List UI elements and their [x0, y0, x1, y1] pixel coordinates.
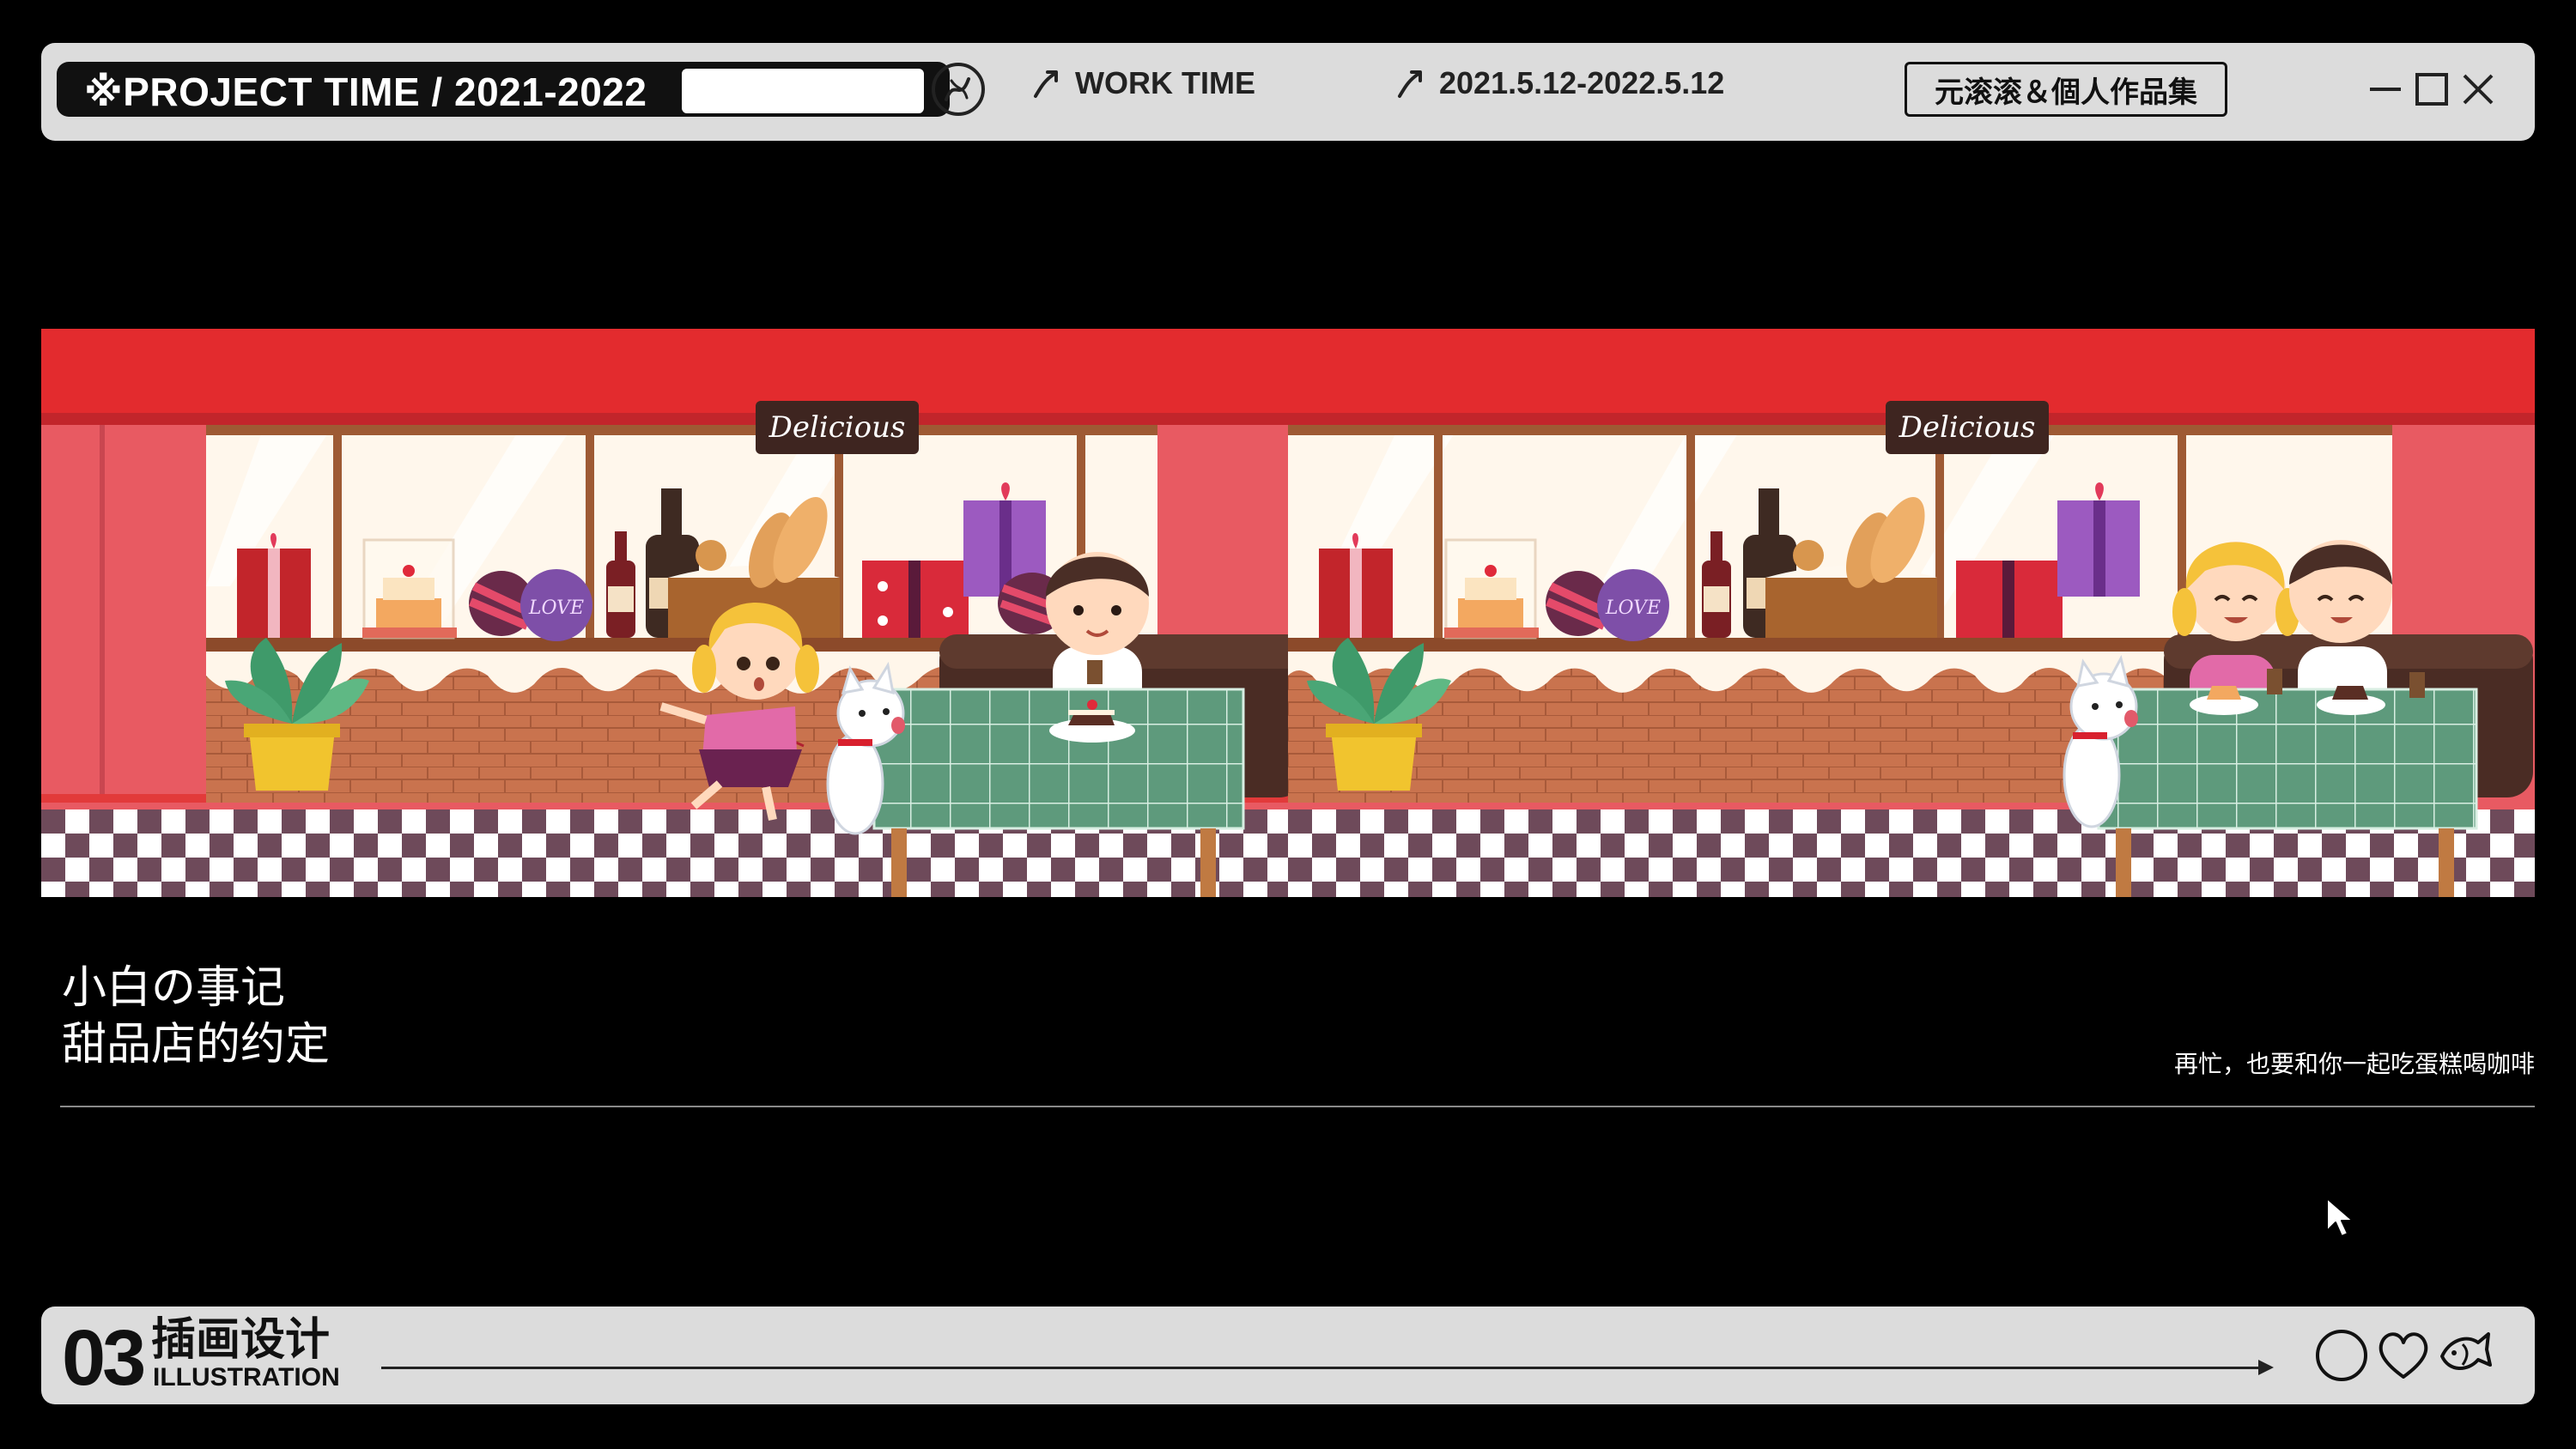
heart-icon[interactable] [2375, 1327, 2432, 1384]
curved-arrow-icon [1034, 70, 1058, 98]
close-icon[interactable] [2458, 69, 2499, 110]
top-bar: ※PROJECT TIME / 2021-2022 WORK TIME 2021… [41, 43, 2535, 141]
caption-title-line1: 小白の事记 [62, 963, 286, 1013]
minimize-icon[interactable] [2365, 69, 2406, 110]
progress-arrowhead [2258, 1360, 2274, 1375]
divider-line [60, 1106, 2535, 1107]
date-range-item: 2021.5.12-2022.5.12 [1393, 65, 1724, 101]
mouse-cursor-icon [2326, 1197, 2354, 1237]
maximize-icon[interactable] [2411, 69, 2452, 110]
bottom-bar: 03 插画设计 ILLUSTRATION [41, 1307, 2535, 1404]
date-range: 2021.5.12-2022.5.12 [1439, 65, 1725, 100]
project-title: ※PROJECT TIME / 2021-2022 [84, 70, 647, 114]
section-title-en: ILLUSTRATION [153, 1363, 340, 1391]
progress-line [381, 1367, 2262, 1369]
caption-title-line2: 甜品店的约定 [62, 1020, 331, 1070]
candy-label: LOVE [528, 597, 584, 619]
swirl-icon [932, 63, 985, 116]
section-title-cn: 插画设计 [151, 1315, 331, 1365]
caption-title: 小白の事记 甜品店的约定 [62, 960, 330, 1073]
title-input-field[interactable] [680, 67, 926, 115]
fish-icon[interactable] [2437, 1327, 2494, 1384]
illustration-panel-right: LOVE Delicious [1288, 329, 2535, 897]
project-title-pill: ※PROJECT TIME / 2021-2022 [57, 62, 950, 117]
curved-arrow-icon [1398, 70, 1422, 98]
illustration-banner: LOVE Delicious LOVE Delicious [41, 329, 2535, 897]
candy-label: LOVE [1605, 597, 1661, 619]
work-time-label: WORK TIME [1075, 65, 1255, 100]
caption-subtitle: 再忙，也要和你一起吃蛋糕喝咖啡 [2173, 1051, 2535, 1077]
circle-icon[interactable] [2313, 1327, 2370, 1384]
delicious-sign-right: Delicious [1899, 410, 2036, 445]
section-number: 03 [62, 1314, 146, 1402]
illustration-panel-left: LOVE Delicious [41, 329, 1288, 897]
work-time-item: WORK TIME [1029, 65, 1255, 101]
delicious-sign-left: Delicious [769, 410, 906, 445]
brand-label: 元滚滚＆個人作品集 [1905, 62, 2227, 117]
